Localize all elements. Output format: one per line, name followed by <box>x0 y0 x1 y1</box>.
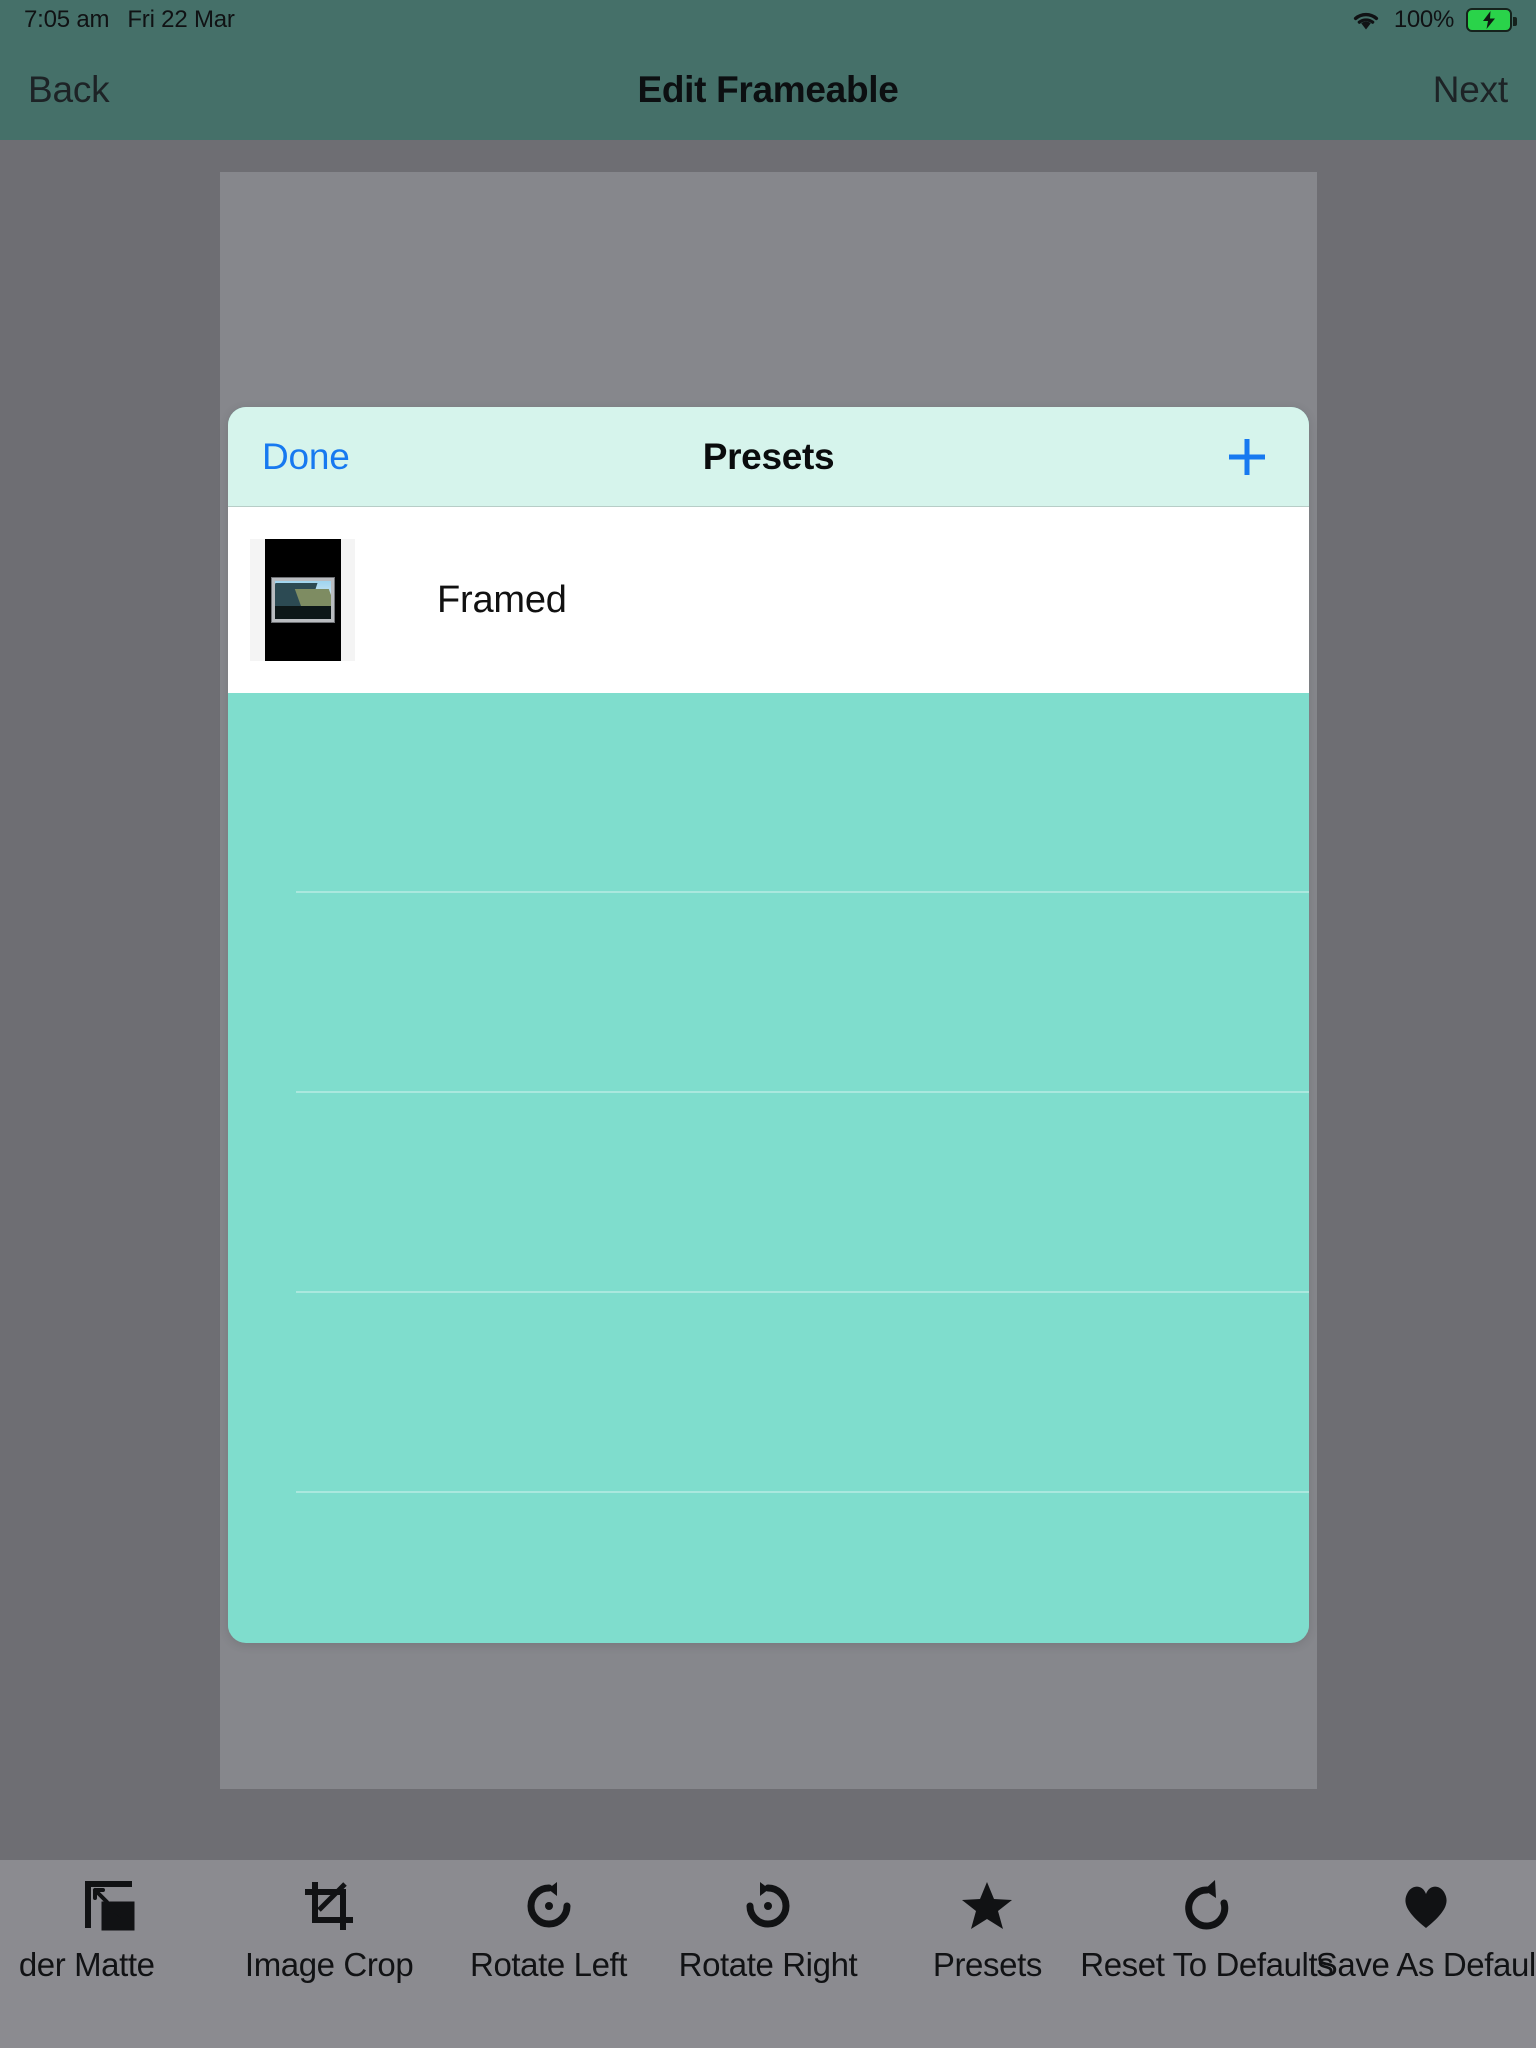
crop-icon <box>301 1878 357 1934</box>
bottom-toolbar: der Matte Image Crop Rotate Left Rotate … <box>0 1860 1536 2048</box>
presets-modal: Done Presets Framed <box>228 407 1309 1643</box>
framed-photo-thumbnail <box>250 539 355 661</box>
toolbar-item-save-as-defaults[interactable]: Save As Defaults <box>1315 1878 1536 1984</box>
status-time: 7:05 am <box>24 6 110 33</box>
toolbar-item-border-matte[interactable]: der Matte <box>0 1878 219 1984</box>
status-bar-right: 100% <box>1350 6 1517 34</box>
toolbar-item-image-crop[interactable]: Image Crop <box>219 1878 438 1984</box>
presets-modal-header: Done Presets <box>228 407 1309 507</box>
back-button[interactable]: Back <box>28 69 110 111</box>
status-bar-left: 7:05 am Fri 22 Mar <box>24 6 235 34</box>
toolbar-label: Rotate Right <box>678 1946 858 1983</box>
toolbar-label: Save As Defaults <box>1315 1946 1536 1983</box>
status-bar: 7:05 am Fri 22 Mar 100% <box>0 0 1536 40</box>
rotate-left-icon <box>521 1878 577 1934</box>
rotate-right-icon <box>740 1878 796 1934</box>
row-separator <box>296 1091 1309 1093</box>
list-item[interactable]: Framed <box>228 507 1309 693</box>
plus-icon <box>1224 434 1270 480</box>
thumbnail-black-background <box>264 539 341 661</box>
toolbar-item-reset-to-defaults[interactable]: Reset To Defaults <box>1080 1878 1334 1984</box>
row-separator <box>296 1491 1309 1493</box>
presets-modal-title: Presets <box>702 435 835 477</box>
presets-list: Framed <box>228 507 1309 693</box>
presets-empty-rows <box>228 693 1309 1633</box>
done-button[interactable]: Done <box>262 436 350 478</box>
reset-icon <box>1179 1878 1235 1934</box>
page-title: Edit Frameable <box>637 69 899 110</box>
row-separator <box>296 1291 1309 1293</box>
row-separator <box>296 891 1309 893</box>
toolbar-label: Presets <box>932 1946 1042 1983</box>
toolbar-item-rotate-right[interactable]: Rotate Right <box>658 1878 877 1984</box>
toolbar-label: Image Crop <box>244 1946 414 1983</box>
heart-icon <box>1398 1878 1454 1934</box>
battery-percent-label: 100% <box>1393 6 1454 33</box>
border-matte-icon <box>82 1878 138 1934</box>
toolbar-label: Reset To Defaults <box>1080 1946 1334 1983</box>
next-button[interactable]: Next <box>1433 69 1508 111</box>
status-date: Fri 22 Mar <box>127 6 235 33</box>
toolbar-item-rotate-left[interactable]: Rotate Left <box>439 1878 658 1984</box>
app-screen: 7:05 am Fri 22 Mar 100% Back Edit Framea… <box>0 0 1536 2048</box>
toolbar-label: der Matte <box>18 1946 155 1983</box>
thumbnail-water-band <box>274 606 331 619</box>
battery-charging-icon <box>1466 8 1517 32</box>
navigation-bar: Back Edit Frameable Next <box>0 40 1536 140</box>
wifi-icon <box>1350 8 1382 32</box>
thumbnail-framed-landscape <box>271 578 334 622</box>
add-preset-button[interactable] <box>1219 429 1275 485</box>
preset-name-label: Framed <box>437 578 567 621</box>
toolbar-label: Rotate Left <box>470 1946 628 1983</box>
star-icon <box>959 1878 1015 1934</box>
toolbar-item-presets[interactable]: Presets <box>878 1878 1097 1984</box>
